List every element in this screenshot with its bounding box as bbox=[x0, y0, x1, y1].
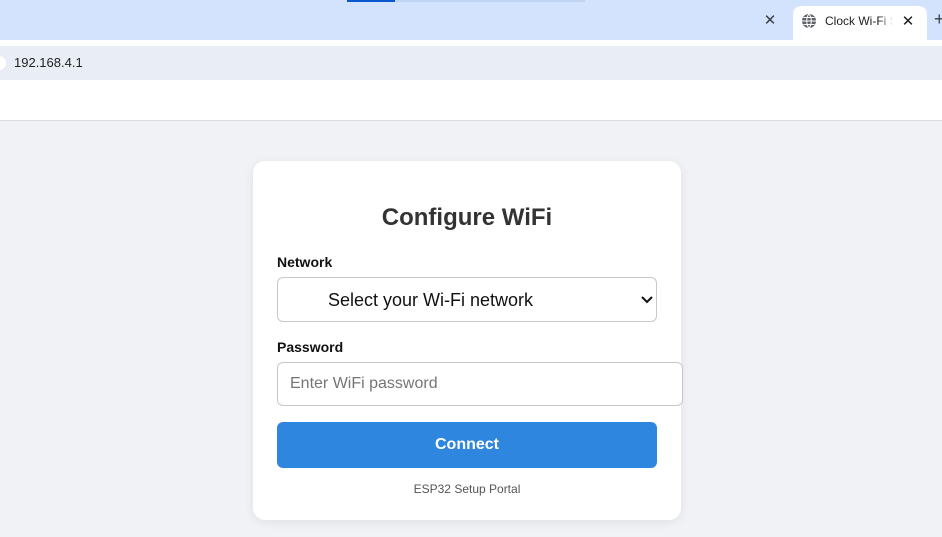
tab-loading-indicator bbox=[347, 0, 395, 2]
browser-toolbar: 192.168.4.1 bbox=[0, 40, 942, 81]
tab-title: Clock Wi-Fi Setup bbox=[825, 14, 893, 28]
tab-active[interactable]: Clock Wi-Fi Setup ✕ bbox=[793, 6, 927, 40]
site-info-icon[interactable] bbox=[0, 56, 6, 70]
network-label: Network bbox=[277, 254, 333, 270]
inactive-tab-close-icon[interactable]: ✕ bbox=[760, 10, 780, 30]
new-tab-icon[interactable]: + bbox=[934, 9, 942, 30]
password-label: Password bbox=[277, 339, 344, 355]
password-input[interactable] bbox=[277, 362, 683, 406]
connect-button[interactable]: Connect bbox=[277, 422, 657, 468]
chevron-down-icon bbox=[641, 296, 653, 304]
browser-tabstrip: ✕ Clock Wi-Fi Setup ✕ + bbox=[0, 0, 942, 40]
footer-text: ESP32 Setup Portal bbox=[413, 482, 521, 496]
browser-subbar bbox=[0, 81, 942, 121]
tab-divider bbox=[395, 0, 585, 2]
tab-close-icon[interactable]: ✕ bbox=[899, 12, 917, 30]
network-select-value: Select your Wi-Fi network bbox=[328, 290, 534, 310]
globe-icon bbox=[802, 13, 816, 29]
page-title: Configure WiFi bbox=[381, 204, 553, 231]
url-text[interactable]: 192.168.4.1 bbox=[14, 55, 83, 70]
wifi-config-card: Configure WiFi Network Select your Wi-Fi… bbox=[253, 161, 683, 520]
address-bar[interactable]: 192.168.4.1 bbox=[0, 46, 942, 80]
network-select[interactable]: Select your Wi-Fi network bbox=[277, 277, 657, 322]
